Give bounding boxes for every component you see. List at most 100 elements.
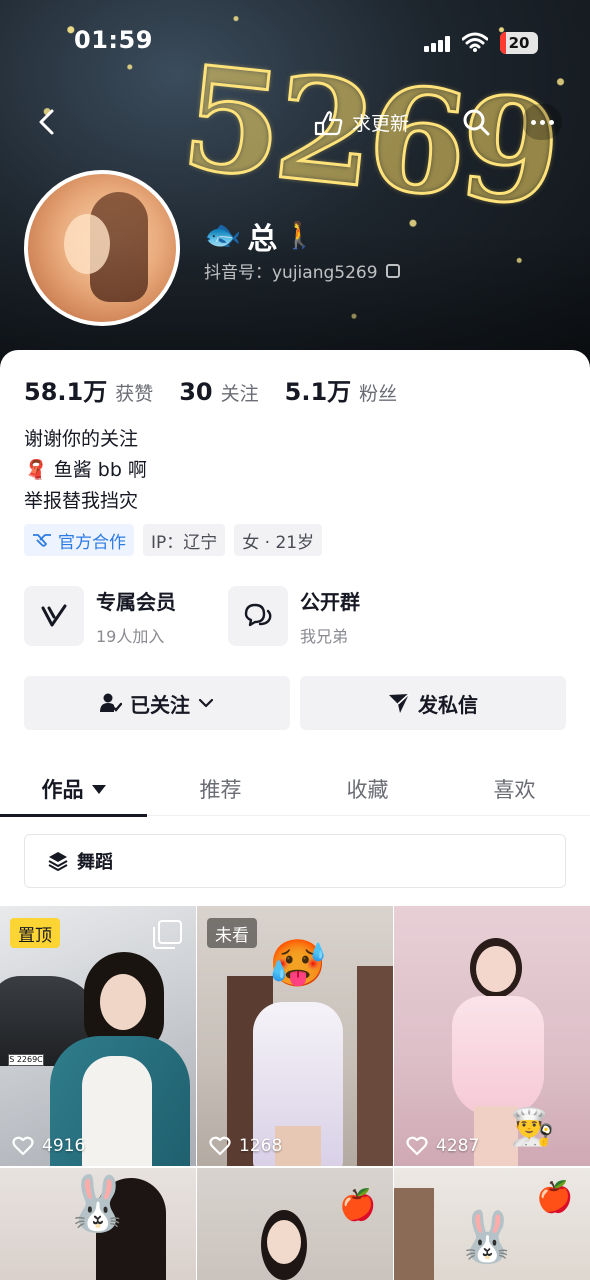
bio-line: 举报替我挡灾 — [24, 490, 139, 512]
profile-actions: 已关注 发私信 — [24, 676, 566, 730]
back-icon[interactable] — [28, 104, 64, 140]
person-top — [82, 1056, 152, 1166]
status-time: 01:59 — [74, 26, 153, 54]
search-icon[interactable] — [458, 104, 494, 140]
send-message-label: 发私信 — [418, 692, 478, 717]
caret-down-icon — [91, 784, 106, 794]
person-face — [100, 974, 146, 1030]
tab-likes[interactable]: 喜欢 — [441, 762, 588, 816]
signal-icon — [424, 36, 452, 52]
profile-tags: 官方合作 IP：辽宁 女 · 21岁 — [24, 524, 323, 556]
status-bar: 01:59 20 — [0, 26, 590, 62]
public-group-title: 公开群 — [300, 589, 360, 614]
group-chat-icon — [228, 586, 288, 646]
video-likes-count: 4287 — [436, 1136, 480, 1156]
tab-recommend[interactable]: 推荐 — [147, 762, 294, 816]
avatar-face — [64, 214, 110, 274]
hot-face-emoji-icon: 🥵 — [269, 936, 327, 990]
pinned-badge: 置顶 — [10, 918, 60, 948]
apple-emoji-icon: 🍎 — [536, 1180, 574, 1215]
content-tabs: 作品 推荐 收藏 喜欢 — [0, 762, 590, 817]
heart-icon — [406, 1136, 428, 1156]
video-item[interactable]: 🐰 🍎 — [394, 1168, 590, 1280]
likes-label: 获赞 — [115, 383, 154, 405]
followers-count[interactable]: 5.1万 — [285, 372, 352, 407]
door-shape — [394, 1188, 434, 1280]
official-cooperation-tag[interactable]: 官方合作 — [24, 524, 134, 556]
video-item[interactable]: S 2269C 置顶 4916 — [0, 906, 196, 1166]
request-update-label: 求更新 — [352, 112, 410, 135]
exclusive-member-title: 专属会员 — [96, 589, 176, 614]
multi-image-icon — [153, 920, 182, 949]
scarf-emoji-icon: 🧣 — [24, 459, 48, 481]
profile-name: 🐟 总 🚶 — [204, 214, 316, 258]
bio-line-with-icon: 🧣 鱼酱 bb 啊 — [24, 455, 147, 486]
user-check-icon — [100, 693, 122, 712]
chef-emoji-icon: 👨‍🍳 — [510, 1107, 555, 1148]
handshake-icon — [33, 534, 51, 547]
request-update-button[interactable]: 求更新 — [312, 104, 409, 140]
fish-emoji-icon: 🐟 — [204, 218, 242, 253]
gender-age-tag: 女 · 21岁 — [234, 524, 323, 556]
license-plate: S 2269C — [8, 1054, 44, 1066]
rabbit-emoji-icon: 🐰 — [64, 1172, 132, 1235]
tab-works-label: 作品 — [41, 778, 84, 802]
person-dress — [452, 996, 544, 1116]
profile-bio: 谢谢你的关注 🧣 鱼酱 bb 啊 举报替我挡灾 — [24, 424, 147, 517]
public-group-entry[interactable]: 公开群 我兄弟 — [228, 586, 360, 646]
video-thumbnail — [197, 1168, 393, 1280]
copy-icon[interactable] — [385, 263, 400, 278]
likes-count: 58.1万 — [24, 378, 108, 406]
video-item[interactable]: 🥵 未看 1268 — [197, 906, 393, 1166]
send-icon — [389, 693, 410, 713]
hand-point-icon — [314, 111, 343, 136]
battery-level: 20 — [508, 34, 530, 52]
send-message-button[interactable]: 发私信 — [300, 676, 566, 730]
video-item[interactable]: 🐰 — [0, 1168, 196, 1280]
tab-works[interactable]: 作品 — [0, 762, 147, 817]
video-item[interactable]: 👨‍🍳 4287 — [394, 906, 590, 1166]
feature-entries: 专属会员 19人加入 公开群 我兄弟 — [24, 586, 584, 646]
heart-icon — [12, 1136, 34, 1156]
person-face — [267, 1220, 301, 1264]
door-shape-right — [357, 966, 393, 1166]
douyin-id-text: 抖音号：yujiang5269 — [204, 263, 378, 283]
video-likes-count: 4916 — [42, 1136, 86, 1156]
ip-tag: IP：辽宁 — [143, 524, 226, 556]
video-likes: 4916 — [12, 1136, 85, 1156]
profile-stats: 58.1万 获赞 30 关注 5.1万 粉丝 — [24, 372, 423, 407]
bio-line: 鱼酱 bb 啊 — [53, 459, 147, 481]
following-button[interactable]: 已关注 — [24, 676, 290, 730]
person-face — [476, 946, 516, 992]
video-item[interactable]: 🍎 — [197, 1168, 393, 1280]
douyin-id[interactable]: 抖音号：yujiang5269 — [204, 258, 400, 283]
video-likes: 4287 — [406, 1136, 479, 1156]
bio-line: 谢谢你的关注 — [24, 428, 139, 450]
exclusive-member-entry[interactable]: 专属会员 19人加入 — [24, 586, 176, 646]
collection-dance[interactable]: 舞蹈 — [24, 834, 566, 888]
collection-label: 舞蹈 — [77, 852, 113, 873]
walking-emoji-icon: 🚶 — [283, 221, 316, 251]
battery-icon: 20 — [500, 32, 538, 54]
public-group-subtitle: 我兄弟 — [300, 626, 349, 646]
chevron-down-icon — [198, 698, 214, 708]
official-cooperation-label: 官方合作 — [58, 532, 126, 553]
heart-icon — [209, 1136, 231, 1156]
vip-v-icon — [24, 586, 84, 646]
video-likes-count: 1268 — [239, 1136, 283, 1156]
more-icon[interactable] — [522, 104, 562, 140]
rabbit-emoji-icon: 🐰 — [456, 1208, 519, 1266]
following-label[interactable]: 关注 — [221, 379, 259, 406]
layers-icon — [48, 852, 68, 871]
exclusive-member-subtitle: 19人加入 — [96, 626, 165, 646]
profile-card: 58.1万 获赞 30 关注 5.1万 粉丝 谢谢你的关注 🧣 鱼酱 bb 啊 … — [0, 350, 590, 1280]
video-thumbnail — [394, 906, 590, 1166]
unwatched-badge: 未看 — [207, 918, 257, 948]
followers-label[interactable]: 粉丝 — [359, 379, 397, 406]
following-count[interactable]: 30 — [179, 378, 212, 406]
top-nav: 求更新 — [0, 98, 590, 146]
avatar[interactable] — [24, 170, 180, 326]
wifi-icon — [462, 32, 488, 52]
profile-name-text: 总 — [247, 222, 278, 257]
tab-favorites[interactable]: 收藏 — [294, 762, 441, 816]
